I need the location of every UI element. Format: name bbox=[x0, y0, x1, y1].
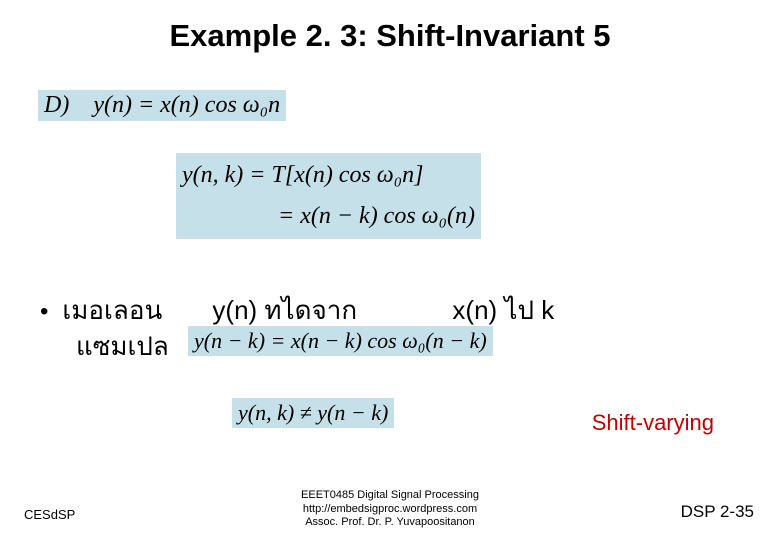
footer-page: DSP 2-35 bbox=[681, 502, 754, 522]
thai-text-1: เมอเลอน bbox=[62, 290, 212, 331]
footer-center: EEET0485 Digital Signal Processing http:… bbox=[301, 489, 479, 530]
thai-text-3: x(n) ไป k bbox=[452, 290, 554, 331]
bullet-line: • เมอเลอน y(n) ทไดจาก x(n) ไป k bbox=[40, 290, 554, 331]
equation-inequality: y(n, k) ≠ y(n − k) bbox=[232, 398, 394, 428]
bullet-mid: y(n) ทไดจาก bbox=[212, 290, 452, 331]
equation-ynk-line1: y(n, k) = T[x(n) cos ω₀n] bbox=[182, 155, 475, 196]
equation-inequality-row: y(n, k) ≠ y(n − k) bbox=[232, 398, 394, 428]
footer-author: Assoc. Prof. Dr. P. Yuvapoositanon bbox=[301, 516, 479, 530]
equation-shifted: y(n − k) = x(n − k) cos ω₀(n − k) bbox=[188, 326, 493, 356]
equation-d-row: D) y(n) = x(n) cos ω₀n bbox=[38, 90, 286, 121]
footer-left: CESdSP bbox=[24, 507, 75, 522]
footer-course: EEET0485 Digital Signal Processing bbox=[301, 489, 479, 503]
equation-d: D) y(n) = x(n) cos ω₀n bbox=[38, 90, 286, 121]
equation-ynk: y(n, k) = T[x(n) cos ω₀n] = x(n − k) cos… bbox=[176, 153, 481, 239]
equation-shifted-row: y(n − k) = x(n − k) cos ω₀(n − k) bbox=[188, 326, 493, 356]
equation-ynk-row: y(n, k) = T[x(n) cos ω₀n] = x(n − k) cos… bbox=[176, 153, 481, 239]
footer-url: http://embedsigproc.wordpress.com bbox=[301, 503, 479, 517]
equation-ynk-line2: = x(n − k) cos ω₀(n) bbox=[182, 196, 475, 237]
thai-text-2: แซมเปล bbox=[76, 326, 169, 367]
shift-varying-label: Shift-varying bbox=[592, 410, 714, 436]
slide-title: Example 2. 3: Shift-Invariant 5 bbox=[0, 0, 780, 54]
bullet-dot: • bbox=[40, 298, 48, 326]
